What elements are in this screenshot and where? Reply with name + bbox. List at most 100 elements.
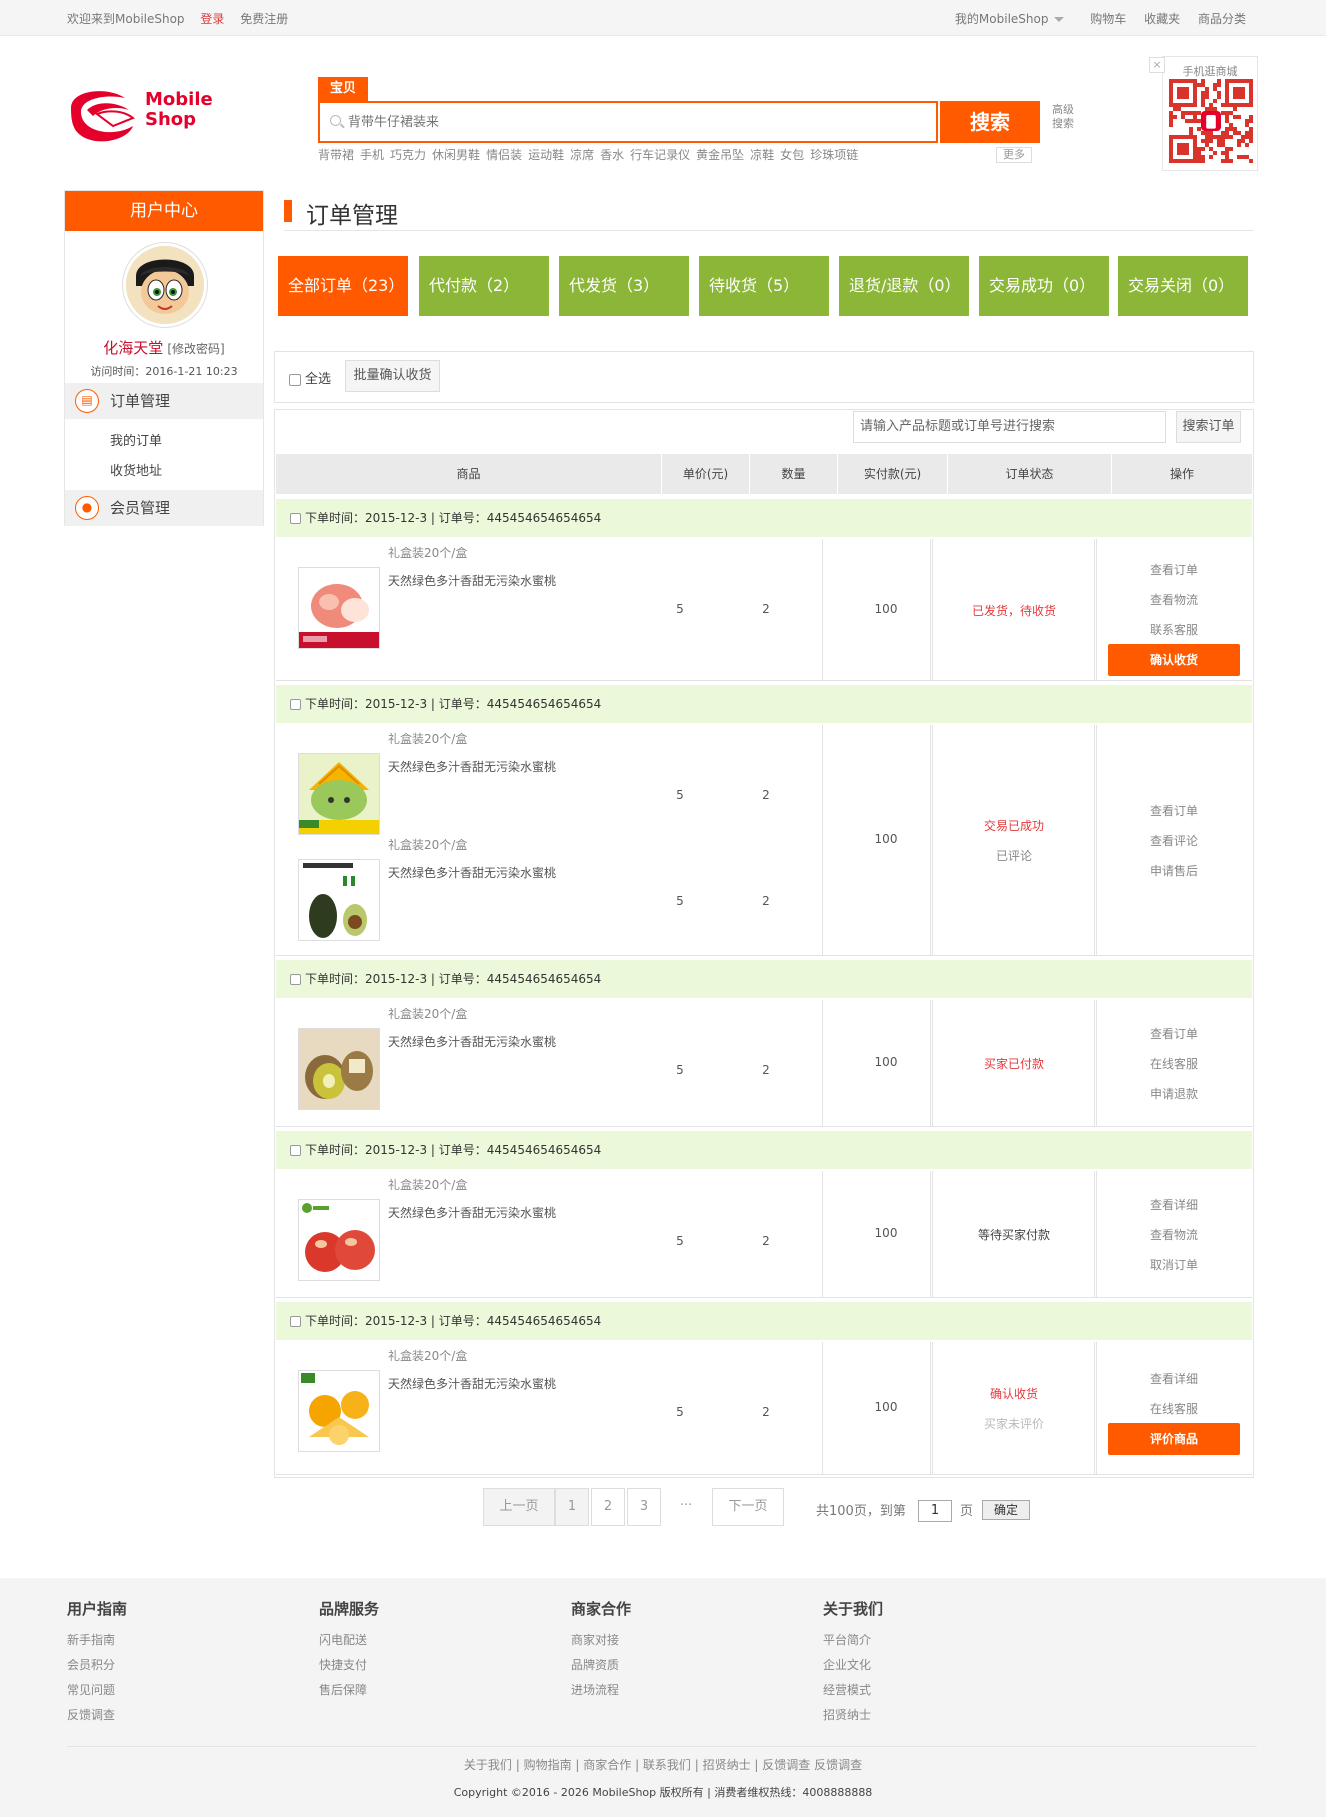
cart-link[interactable]: 购物车 bbox=[1090, 12, 1126, 26]
hot-word-link[interactable]: 女包 bbox=[780, 148, 804, 162]
product-name[interactable]: 天然绿色多汁香甜无污染水蜜桃 bbox=[388, 864, 556, 881]
footer-link[interactable]: 企业文化 bbox=[823, 1656, 883, 1681]
search-input[interactable] bbox=[348, 109, 848, 135]
search-tab-products[interactable]: 宝贝 bbox=[318, 77, 368, 101]
login-link[interactable]: 登录 bbox=[200, 12, 224, 26]
hot-word-link[interactable]: 运动鞋 bbox=[528, 148, 564, 162]
order-action-link[interactable]: 查看评论 bbox=[1108, 832, 1240, 849]
sidebar-section-orders[interactable]: ▤ 订单管理 bbox=[65, 383, 263, 419]
change-password-link[interactable]: [修改密码] bbox=[167, 342, 224, 356]
product-image[interactable] bbox=[298, 753, 380, 835]
footer-link[interactable]: 售后保障 bbox=[319, 1681, 379, 1706]
order-action-link[interactable]: 在线客服 bbox=[1108, 1055, 1240, 1072]
product-image[interactable] bbox=[298, 567, 380, 649]
order-checkbox[interactable] bbox=[290, 513, 301, 524]
product-image[interactable] bbox=[298, 1370, 380, 1452]
footer-link[interactable]: 商家对接 bbox=[571, 1631, 631, 1656]
product-name[interactable]: 天然绿色多汁香甜无污染水蜜桃 bbox=[388, 1375, 556, 1392]
page-number-input[interactable]: 1 bbox=[918, 1500, 952, 1522]
product-name[interactable]: 天然绿色多汁香甜无污染水蜜桃 bbox=[388, 758, 556, 775]
select-all-checkbox[interactable]: 全选 bbox=[289, 368, 331, 387]
footer-link[interactable]: 反馈调查 bbox=[67, 1706, 127, 1731]
footer-link[interactable]: 经营模式 bbox=[823, 1681, 883, 1706]
prev-page-button[interactable]: 上一页 bbox=[483, 1488, 555, 1526]
footer-link[interactable]: 常见问题 bbox=[67, 1681, 127, 1706]
order-action-link[interactable]: 取消订单 bbox=[1108, 1256, 1240, 1273]
product-image[interactable] bbox=[298, 859, 380, 941]
product-name[interactable]: 天然绿色多汁香甜无污染水蜜桃 bbox=[388, 1033, 556, 1050]
page-button-3[interactable]: 3 bbox=[627, 1488, 661, 1526]
hot-word-link[interactable]: 休闲男鞋 bbox=[432, 148, 480, 162]
categories-link[interactable]: 商品分类 bbox=[1198, 12, 1246, 26]
page-button-2[interactable]: 2 bbox=[591, 1488, 625, 1526]
favorites-link[interactable]: 收藏夹 bbox=[1144, 12, 1180, 26]
hot-word-link[interactable]: 珍珠项链 bbox=[810, 148, 858, 162]
order-action-link[interactable]: 查看物流 bbox=[1108, 1226, 1240, 1243]
hot-word-link[interactable]: 情侣装 bbox=[486, 148, 522, 162]
hot-word-link[interactable]: 手机 bbox=[360, 148, 384, 162]
order-action-link[interactable]: 查看物流 bbox=[1108, 591, 1240, 608]
order-search-button[interactable]: 搜索订单 bbox=[1176, 411, 1241, 443]
order-checkbox[interactable] bbox=[290, 1316, 301, 1327]
footer-bottom-links[interactable]: 关于我们 | 购物指南 | 商家合作 | 联系我们 | 招贤纳士 | 反馈调查 … bbox=[0, 1756, 1326, 1773]
order-checkbox[interactable] bbox=[290, 1145, 301, 1156]
sidebar-item-my-orders[interactable]: 我的订单 bbox=[110, 430, 162, 449]
my-shop-menu[interactable]: 我的MobileShop bbox=[955, 12, 1065, 26]
footer-link[interactable]: 平台简介 bbox=[823, 1631, 883, 1656]
hot-word-link[interactable]: 行车记录仪 bbox=[630, 148, 690, 162]
product-image[interactable] bbox=[298, 1199, 380, 1281]
search-button[interactable]: 搜索 bbox=[940, 101, 1040, 143]
sidebar-section-label: 会员管理 bbox=[110, 499, 171, 517]
order-action-link[interactable]: 申请售后 bbox=[1108, 862, 1240, 879]
avatar[interactable] bbox=[123, 243, 207, 327]
order-checkbox[interactable] bbox=[290, 699, 301, 710]
hot-word-link[interactable]: 巧克力 bbox=[390, 148, 426, 162]
order-action-link[interactable]: 查看订单 bbox=[1108, 561, 1240, 578]
hot-word-link[interactable]: 香水 bbox=[600, 148, 624, 162]
order-action-link[interactable]: 查看详细 bbox=[1108, 1196, 1240, 1213]
hot-word-link[interactable]: 凉席 bbox=[570, 148, 594, 162]
order-action-link[interactable]: 查看订单 bbox=[1108, 802, 1240, 819]
register-link[interactable]: 免费注册 bbox=[240, 12, 288, 26]
sidebar-item-address[interactable]: 收货地址 bbox=[110, 460, 162, 479]
hot-word-link[interactable]: 凉鞋 bbox=[750, 148, 774, 162]
tab-all-orders[interactable]: 全部订单（23） bbox=[278, 256, 408, 316]
order-primary-button[interactable]: 评价商品 bbox=[1108, 1423, 1240, 1455]
footer-link[interactable]: 快捷支付 bbox=[319, 1656, 379, 1681]
next-page-button[interactable]: 下一页 bbox=[712, 1488, 784, 1526]
footer-column-title: 用户指南 bbox=[67, 1600, 128, 1618]
tab-refund[interactable]: 退货/退款（0） bbox=[839, 256, 969, 316]
tab-pending-receipt[interactable]: 待收货（5） bbox=[699, 256, 829, 316]
footer-link[interactable]: 会员积分 bbox=[67, 1656, 127, 1681]
footer-link[interactable]: 招贤纳士 bbox=[823, 1706, 883, 1731]
page-button-1[interactable]: 1 bbox=[555, 1488, 589, 1526]
order-checkbox[interactable] bbox=[290, 974, 301, 985]
tab-closed[interactable]: 交易关闭（0） bbox=[1118, 256, 1248, 316]
order-action-link[interactable]: 联系客服 bbox=[1108, 621, 1240, 638]
site-logo[interactable]: Mobile Shop bbox=[67, 80, 217, 150]
sidebar-section-members[interactable]: ● 会员管理 bbox=[65, 490, 263, 526]
order-action-link[interactable]: 查看订单 bbox=[1108, 1025, 1240, 1042]
tab-pending-shipment[interactable]: 代发货（3） bbox=[559, 256, 689, 316]
tab-success[interactable]: 交易成功（0） bbox=[979, 256, 1109, 316]
hot-word-link[interactable]: 黄金吊坠 bbox=[696, 148, 744, 162]
order-action-link[interactable]: 查看详细 bbox=[1108, 1370, 1240, 1387]
tab-pending-payment[interactable]: 代付款（2） bbox=[419, 256, 549, 316]
product-name[interactable]: 天然绿色多汁香甜无污染水蜜桃 bbox=[388, 572, 556, 589]
footer-link[interactable]: 品牌资质 bbox=[571, 1656, 631, 1681]
product-image[interactable] bbox=[298, 1028, 380, 1110]
order-search-input[interactable]: 请输入产品标题或订单号进行搜索 bbox=[853, 411, 1166, 443]
advanced-search-link[interactable]: 高级搜索 bbox=[1052, 103, 1082, 131]
more-hot-words-button[interactable]: 更多 bbox=[996, 147, 1032, 163]
order-action-link[interactable]: 申请退款 bbox=[1108, 1085, 1240, 1102]
checkbox[interactable] bbox=[289, 373, 301, 386]
footer-link[interactable]: 新手指南 bbox=[67, 1631, 127, 1656]
bulk-confirm-button[interactable]: 批量确认收货 bbox=[345, 360, 440, 392]
footer-link[interactable]: 闪电配送 bbox=[319, 1631, 379, 1656]
footer-link[interactable]: 进场流程 bbox=[571, 1681, 631, 1706]
hot-word-link[interactable]: 背带裙 bbox=[318, 148, 354, 162]
order-action-link[interactable]: 在线客服 bbox=[1108, 1400, 1240, 1417]
product-name[interactable]: 天然绿色多汁香甜无污染水蜜桃 bbox=[388, 1204, 556, 1221]
order-primary-button[interactable]: 确认收货 bbox=[1108, 644, 1240, 676]
go-page-button[interactable]: 确定 bbox=[982, 1500, 1030, 1520]
